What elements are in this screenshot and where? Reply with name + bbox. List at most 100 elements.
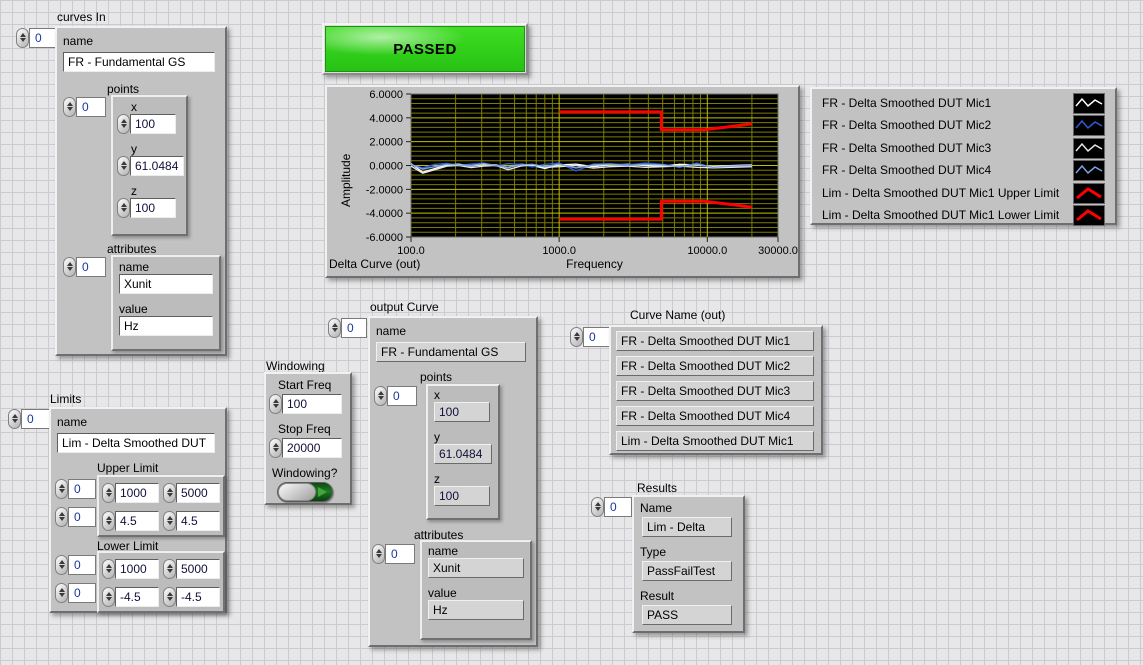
decrement-icon[interactable] [106, 493, 112, 497]
lower-index-field-1[interactable]: 0 [68, 583, 96, 603]
windowing-switch[interactable] [277, 482, 333, 502]
lower-amp2-field[interactable]: -4.5 [176, 587, 220, 607]
upper-freq1-spinner[interactable] [102, 483, 115, 503]
legend-line-sample-icon[interactable] [1073, 115, 1105, 136]
decrement-icon[interactable] [59, 517, 65, 521]
points-index-spinner[interactable] [63, 97, 76, 117]
decrement-icon[interactable] [59, 489, 65, 493]
decrement-icon[interactable] [106, 597, 112, 601]
decrement-icon[interactable] [106, 521, 112, 525]
lower-freq1-field[interactable]: 1000 [115, 559, 159, 579]
increment-icon[interactable] [595, 502, 601, 506]
upper-amp1-spinner[interactable] [102, 511, 115, 531]
decrement-icon[interactable] [59, 593, 65, 597]
results-index-spinner[interactable] [591, 497, 604, 517]
attr-value-field[interactable]: Hz [119, 316, 213, 336]
decrement-icon[interactable] [67, 267, 73, 271]
attributes-index-spinner[interactable] [63, 257, 76, 277]
increment-icon[interactable] [167, 592, 173, 596]
increment-icon[interactable] [59, 560, 65, 564]
curves-in-index-spinner[interactable] [16, 28, 29, 48]
decrement-icon[interactable] [574, 337, 580, 341]
legend-line-sample-icon[interactable] [1073, 183, 1105, 204]
decrement-icon[interactable] [273, 404, 279, 408]
decrement-icon[interactable] [59, 565, 65, 569]
lower-index-field-0[interactable]: 0 [68, 555, 96, 575]
legend-row[interactable]: Lim - Delta Smoothed DUT Mic1 Upper Limi… [812, 182, 1115, 204]
decrement-icon[interactable] [20, 38, 26, 42]
upper-amp2-field[interactable]: 4.5 [176, 511, 220, 531]
increment-icon[interactable] [121, 203, 127, 207]
upper-index-spinner-1[interactable] [55, 507, 68, 527]
increment-icon[interactable] [67, 102, 73, 106]
upper-freq2-field[interactable]: 5000 [176, 483, 220, 503]
decrement-icon[interactable] [167, 493, 173, 497]
increment-icon[interactable] [12, 414, 18, 418]
output-points-index-field[interactable]: 0 [387, 386, 417, 406]
legend-line-sample-icon[interactable] [1073, 205, 1105, 226]
decrement-icon[interactable] [121, 124, 127, 128]
z-field[interactable]: 100 [130, 198, 176, 218]
curves-in-name-field[interactable]: FR - Fundamental GS [63, 52, 215, 72]
upper-freq2-spinner[interactable] [163, 483, 176, 503]
increment-icon[interactable] [378, 391, 384, 395]
increment-icon[interactable] [167, 516, 173, 520]
legend-row[interactable]: FR - Delta Smoothed DUT Mic1 [812, 92, 1115, 114]
legend-row[interactable]: FR - Delta Smoothed DUT Mic4 [812, 159, 1115, 181]
increment-icon[interactable] [121, 119, 127, 123]
output-points-index-spinner[interactable] [374, 386, 387, 406]
decrement-icon[interactable] [376, 554, 382, 558]
increment-icon[interactable] [106, 592, 112, 596]
decrement-icon[interactable] [121, 208, 127, 212]
curve-name-index-field[interactable]: 0 [583, 327, 611, 347]
y-field[interactable]: 61.0484 [130, 156, 184, 176]
increment-icon[interactable] [59, 484, 65, 488]
increment-icon[interactable] [273, 399, 279, 403]
decrement-icon[interactable] [12, 419, 18, 423]
decrement-icon[interactable] [67, 107, 73, 111]
increment-icon[interactable] [20, 33, 26, 37]
decrement-icon[interactable] [167, 521, 173, 525]
legend-line-sample-icon[interactable] [1073, 93, 1105, 114]
results-index-field[interactable]: 0 [604, 497, 632, 517]
legend-line-sample-icon[interactable] [1073, 160, 1105, 181]
lower-freq2-spinner[interactable] [163, 559, 176, 579]
lower-index-spinner-1[interactable] [55, 583, 68, 603]
decrement-icon[interactable] [332, 328, 338, 332]
legend-row[interactable]: FR - Delta Smoothed DUT Mic3 [812, 137, 1115, 159]
upper-amp1-field[interactable]: 4.5 [115, 511, 159, 531]
attributes-index-field[interactable]: 0 [76, 257, 106, 277]
x-field[interactable]: 100 [130, 114, 176, 134]
legend-row[interactable]: FR - Delta Smoothed DUT Mic2 [812, 114, 1115, 136]
curve-name-index-spinner[interactable] [570, 327, 583, 347]
increment-icon[interactable] [574, 332, 580, 336]
start-freq-spinner[interactable] [269, 394, 282, 414]
upper-freq1-field[interactable]: 1000 [115, 483, 159, 503]
increment-icon[interactable] [273, 443, 279, 447]
lower-amp1-spinner[interactable] [102, 587, 115, 607]
points-index-field[interactable]: 0 [76, 97, 106, 117]
increment-icon[interactable] [106, 488, 112, 492]
decrement-icon[interactable] [106, 569, 112, 573]
output-curve-index-spinner[interactable] [328, 318, 341, 338]
stop-freq-field[interactable]: 20000 [282, 438, 342, 458]
stop-freq-spinner[interactable] [269, 438, 282, 458]
y-spinner[interactable] [117, 156, 130, 176]
switch-knob[interactable] [278, 483, 316, 501]
upper-amp2-spinner[interactable] [163, 511, 176, 531]
lower-amp1-field[interactable]: -4.5 [115, 587, 159, 607]
lower-freq1-spinner[interactable] [102, 559, 115, 579]
upper-index-field-1[interactable]: 0 [68, 507, 96, 527]
decrement-icon[interactable] [378, 396, 384, 400]
decrement-icon[interactable] [273, 448, 279, 452]
decrement-icon[interactable] [167, 569, 173, 573]
decrement-icon[interactable] [595, 507, 601, 511]
increment-icon[interactable] [167, 488, 173, 492]
increment-icon[interactable] [106, 564, 112, 568]
increment-icon[interactable] [67, 262, 73, 266]
increment-icon[interactable] [121, 161, 127, 165]
lower-freq2-field[interactable]: 5000 [176, 559, 220, 579]
legend-row[interactable]: Lim - Delta Smoothed DUT Mic1 Lower Limi… [812, 204, 1115, 226]
z-spinner[interactable] [117, 198, 130, 218]
attr-name-field[interactable]: Xunit [119, 274, 213, 294]
